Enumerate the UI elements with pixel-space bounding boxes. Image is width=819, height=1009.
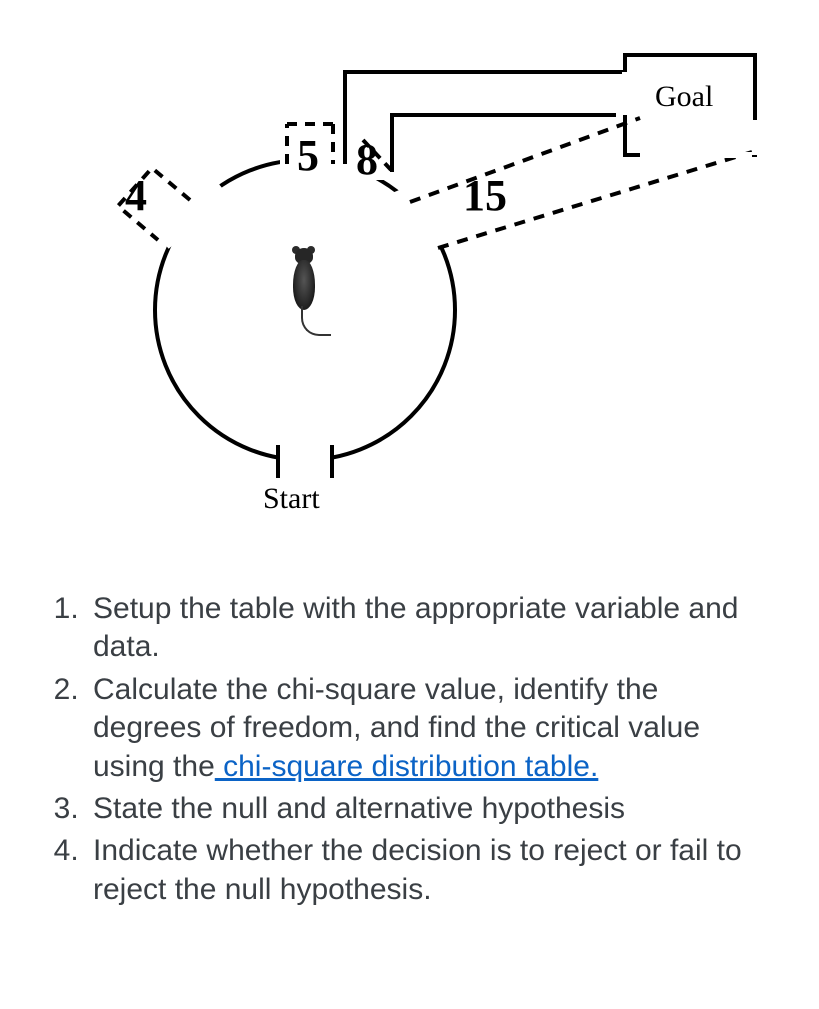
question-list: Setup the table with the appropriate var… — [45, 590, 774, 909]
chi-square-table-link[interactable]: chi-square distribution table. — [215, 750, 599, 783]
question-3: State the null and alternative hypothesi… — [87, 790, 774, 828]
question-1-text: Setup the table with the appropriate var… — [93, 592, 738, 663]
question-4: Indicate whether the decision is to reje… — [87, 832, 774, 909]
maze-diagram: 4 5 8 15 Goal Start — [0, 0, 819, 560]
question-content: Setup the table with the appropriate var… — [0, 560, 819, 909]
question-4-text: Indicate whether the decision is to reje… — [93, 834, 742, 905]
maze-value-3: 8 — [356, 134, 378, 185]
maze-value-2: 5 — [297, 130, 319, 181]
maze-value-4: 15 — [463, 170, 507, 221]
start-label: Start — [263, 482, 320, 516]
goal-label: Goal — [655, 80, 713, 114]
maze-value-1: 4 — [125, 170, 147, 221]
question-2-link-text: chi-square distribution table. — [215, 750, 599, 783]
question-1: Setup the table with the appropriate var… — [87, 590, 774, 667]
question-2: Calculate the chi-square value, identify… — [87, 671, 774, 786]
rat-icon — [285, 248, 325, 338]
question-3-text: State the null and alternative hypothesi… — [93, 792, 625, 825]
